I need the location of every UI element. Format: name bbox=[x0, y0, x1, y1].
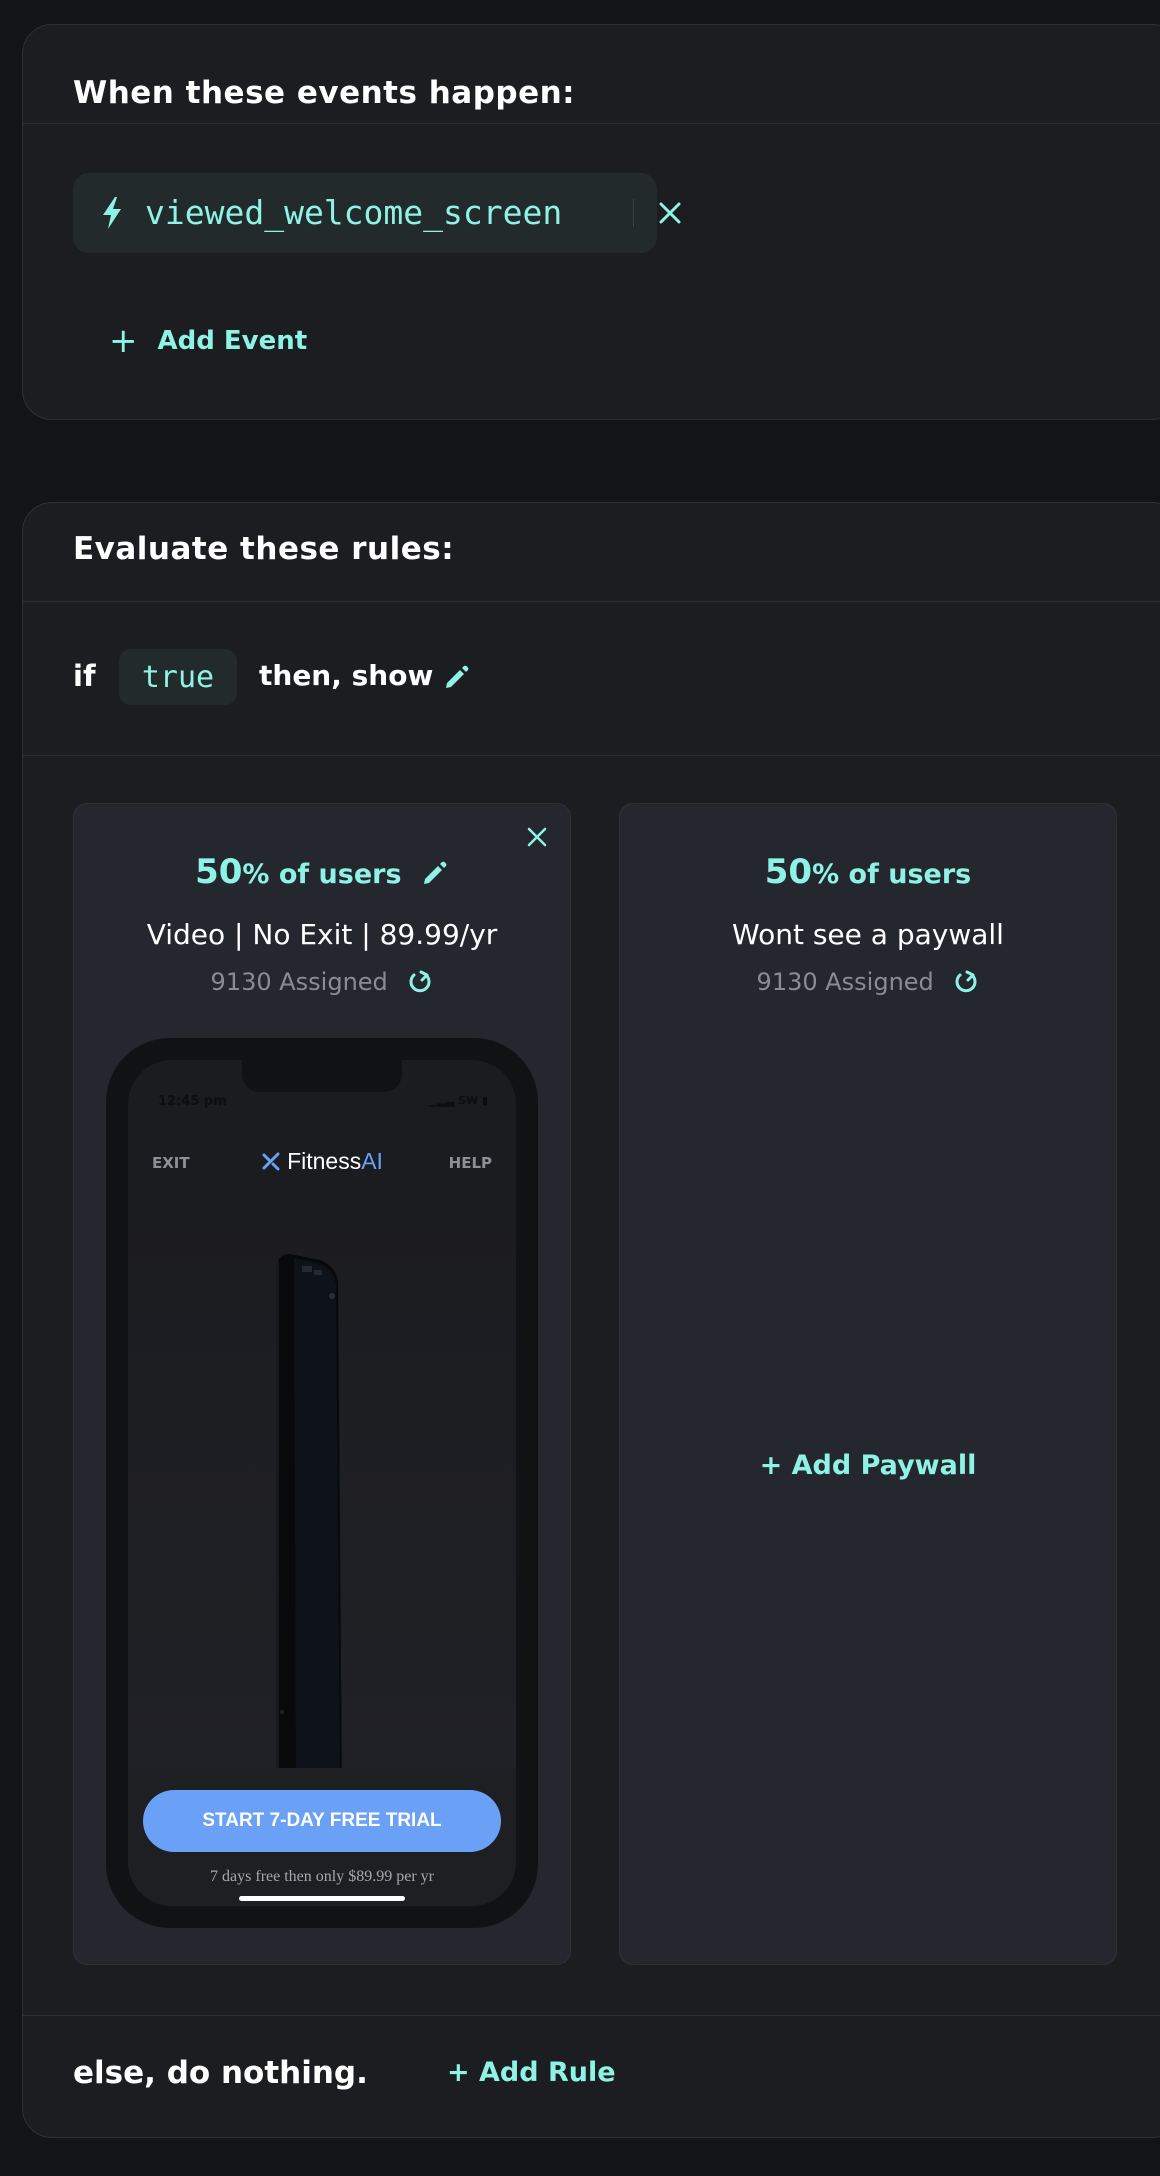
then-show-label: then, show bbox=[259, 659, 434, 692]
if-keyword: if bbox=[73, 659, 96, 693]
home-indicator bbox=[239, 1896, 405, 1901]
rules-section-title: Evaluate these rules: bbox=[73, 531, 455, 567]
rules-divider-bottom bbox=[23, 2015, 1160, 2016]
status-indicators: ▁▂▃ SW ▮ bbox=[428, 1094, 488, 1107]
start-trial-button: START 7-DAY FREE TRIAL bbox=[143, 1790, 501, 1852]
events-divider bbox=[23, 123, 1160, 124]
variant-name: Video | No Exit | 89.99/yr bbox=[146, 918, 498, 951]
add-event-button[interactable]: + Add Event bbox=[109, 321, 307, 361]
phone-screen: 12:45 pm ▁▂▃ SW ▮ EXIT FitnessAI HELP ST… bbox=[128, 1060, 516, 1906]
assigned-label: 9130 Assigned bbox=[756, 968, 934, 996]
event-chip[interactable]: viewed_welcome_screen bbox=[73, 173, 681, 253]
pencil-icon[interactable] bbox=[421, 859, 449, 887]
close-icon[interactable] bbox=[656, 199, 684, 227]
help-link: HELP bbox=[448, 1154, 492, 1172]
add-rule-button[interactable]: + Add Rule bbox=[447, 2057, 616, 2088]
rules-divider-mid bbox=[23, 755, 1160, 756]
percentage-suffix: % of users bbox=[242, 859, 402, 890]
variant-percentage: 50% of users bbox=[74, 852, 570, 892]
bolt-icon bbox=[103, 197, 121, 229]
brand-main: Fitness bbox=[287, 1148, 362, 1174]
chip-separator bbox=[633, 199, 634, 227]
add-event-label: Add Event bbox=[157, 326, 308, 356]
fitness-logo-icon bbox=[262, 1152, 280, 1171]
condition-chip[interactable]: true bbox=[119, 649, 237, 705]
rules-card: Evaluate these rules: if true then, show… bbox=[22, 502, 1160, 2138]
plus-icon: + bbox=[109, 321, 138, 361]
percentage-value: 50 bbox=[764, 852, 813, 892]
events-card: When these events happen: viewed_welcome… bbox=[22, 24, 1160, 420]
cta-area: START 7-DAY FREE TRIAL 7 days free then … bbox=[128, 1768, 516, 1906]
status-time: 12:45 pm bbox=[158, 1094, 227, 1109]
phone-notch bbox=[242, 1060, 402, 1092]
variant-panel: 50% of users Video | No Exit | 89.99/yr … bbox=[73, 803, 571, 1965]
close-icon[interactable] bbox=[524, 824, 550, 850]
refresh-icon[interactable] bbox=[407, 969, 433, 995]
percentage-value: 50 bbox=[195, 852, 243, 892]
variant-panel: 50% of users Wont see a paywall 9130 Ass… bbox=[619, 803, 1117, 1965]
assigned-label: 9130 Assigned bbox=[210, 968, 388, 996]
events-section-title: When these events happen: bbox=[73, 75, 576, 111]
phone-render-image bbox=[276, 1254, 342, 1792]
pencil-icon[interactable] bbox=[443, 663, 471, 691]
rules-divider-top bbox=[23, 601, 1160, 602]
variant-name: Wont see a paywall bbox=[732, 918, 1004, 951]
trial-subtext: 7 days free then only $89.99 per yr bbox=[210, 1868, 434, 1885]
else-text: else, do nothing. bbox=[73, 2055, 368, 2091]
assigned-count: 9130 Assigned bbox=[620, 968, 1116, 996]
brand-accent: AI bbox=[361, 1148, 383, 1174]
paywall-preview-phone[interactable]: 12:45 pm ▁▂▃ SW ▮ EXIT FitnessAI HELP ST… bbox=[106, 1038, 538, 1928]
event-name: viewed_welcome_screen bbox=[145, 193, 563, 232]
percentage-suffix: % of users bbox=[812, 859, 972, 890]
refresh-icon[interactable] bbox=[953, 969, 979, 995]
assigned-count: 9130 Assigned bbox=[74, 968, 570, 996]
video-area bbox=[128, 1190, 516, 1792]
add-paywall-button[interactable]: + Add Paywall bbox=[620, 1450, 1116, 1481]
variant-percentage: 50% of users bbox=[620, 852, 1116, 892]
